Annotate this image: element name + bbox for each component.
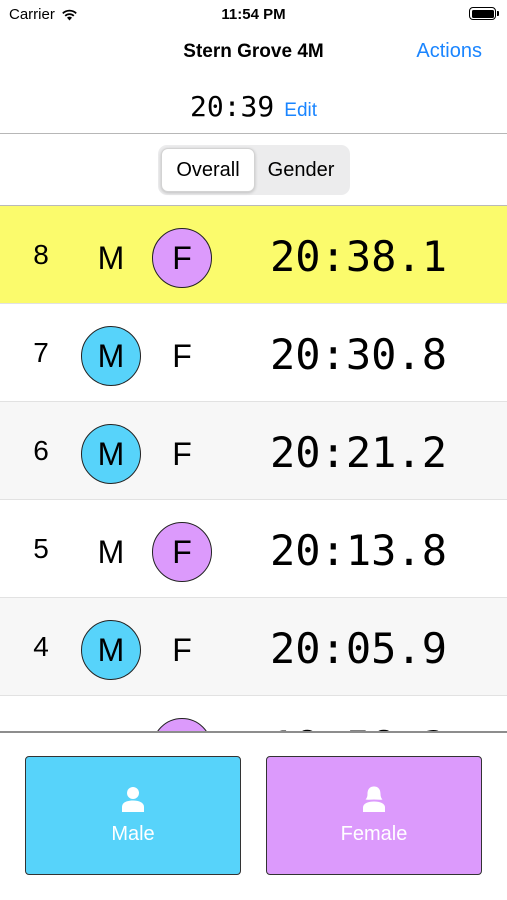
gender-male-toggle[interactable]: M xyxy=(81,522,141,582)
battery-icon xyxy=(469,7,499,20)
header-divider xyxy=(0,133,507,134)
gender-male-toggle[interactable]: M xyxy=(81,326,141,386)
finish-time: 20:13.8 xyxy=(270,526,448,575)
race-timer: 20:39 xyxy=(189,90,275,123)
table-row[interactable]: 5 M F 20:13.8 xyxy=(0,500,507,598)
finish-time: 20:30.8 xyxy=(270,330,448,379)
table-row[interactable]: 4 M F 20:05.9 xyxy=(0,598,507,696)
gender-female-toggle[interactable]: F xyxy=(152,522,212,582)
status-clock: 11:54 PM xyxy=(221,6,286,23)
finish-time: 19:58.3 xyxy=(270,722,447,731)
rank-number: 5 xyxy=(33,533,49,564)
gender-female-toggle[interactable]: F xyxy=(152,228,212,288)
footer-divider xyxy=(0,731,507,733)
gender-female-toggle[interactable]: F xyxy=(152,424,212,484)
rank-number: 8 xyxy=(33,239,49,270)
finish-time: 20:38.1 xyxy=(270,232,448,281)
finish-time: 20:05.9 xyxy=(270,624,448,673)
male-button-label: Male xyxy=(111,822,155,845)
rank-number: 7 xyxy=(33,337,49,368)
male-person-icon xyxy=(122,786,144,823)
table-row[interactable]: 7 M F 20:30.8 xyxy=(0,304,507,402)
table-row[interactable]: 6 M F 20:21.2 xyxy=(0,402,507,500)
table-row[interactable]: 8 M F 20:38.1 xyxy=(0,206,507,304)
gender-female-toggle[interactable]: F xyxy=(152,326,212,386)
timer-row: 20:39 Edit xyxy=(0,90,507,123)
finish-time: 20:21.2 xyxy=(270,428,448,477)
male-button[interactable]: Male xyxy=(25,756,241,875)
gender-male-toggle[interactable]: M xyxy=(81,718,141,732)
segment-overall[interactable]: Overall xyxy=(161,148,255,192)
female-person-icon xyxy=(363,786,385,823)
gender-male-toggle[interactable]: M xyxy=(81,620,141,680)
rank-number: 4 xyxy=(33,631,49,662)
female-button[interactable]: Female xyxy=(266,756,482,875)
table-row[interactable]: 3 M F 19:58.3 xyxy=(0,696,507,731)
segment-gender[interactable]: Gender xyxy=(255,148,347,192)
gender-male-toggle[interactable]: M xyxy=(81,228,141,288)
rank-number: 6 xyxy=(33,435,49,466)
edit-button[interactable]: Edit xyxy=(284,100,317,122)
status-bar: Carrier 11:54 PM xyxy=(0,0,507,30)
gender-male-toggle[interactable]: M xyxy=(81,424,141,484)
gender-female-toggle[interactable]: F xyxy=(152,718,212,731)
results-list[interactable]: 8 M F 20:38.1 7 M F 20:30.8 6 M F 20:21.… xyxy=(0,205,507,731)
female-button-label: Female xyxy=(340,822,408,845)
gender-female-toggle[interactable]: F xyxy=(152,620,212,680)
actions-button[interactable]: Actions xyxy=(416,40,482,63)
sort-segmented-control: Overall Gender xyxy=(158,145,350,195)
